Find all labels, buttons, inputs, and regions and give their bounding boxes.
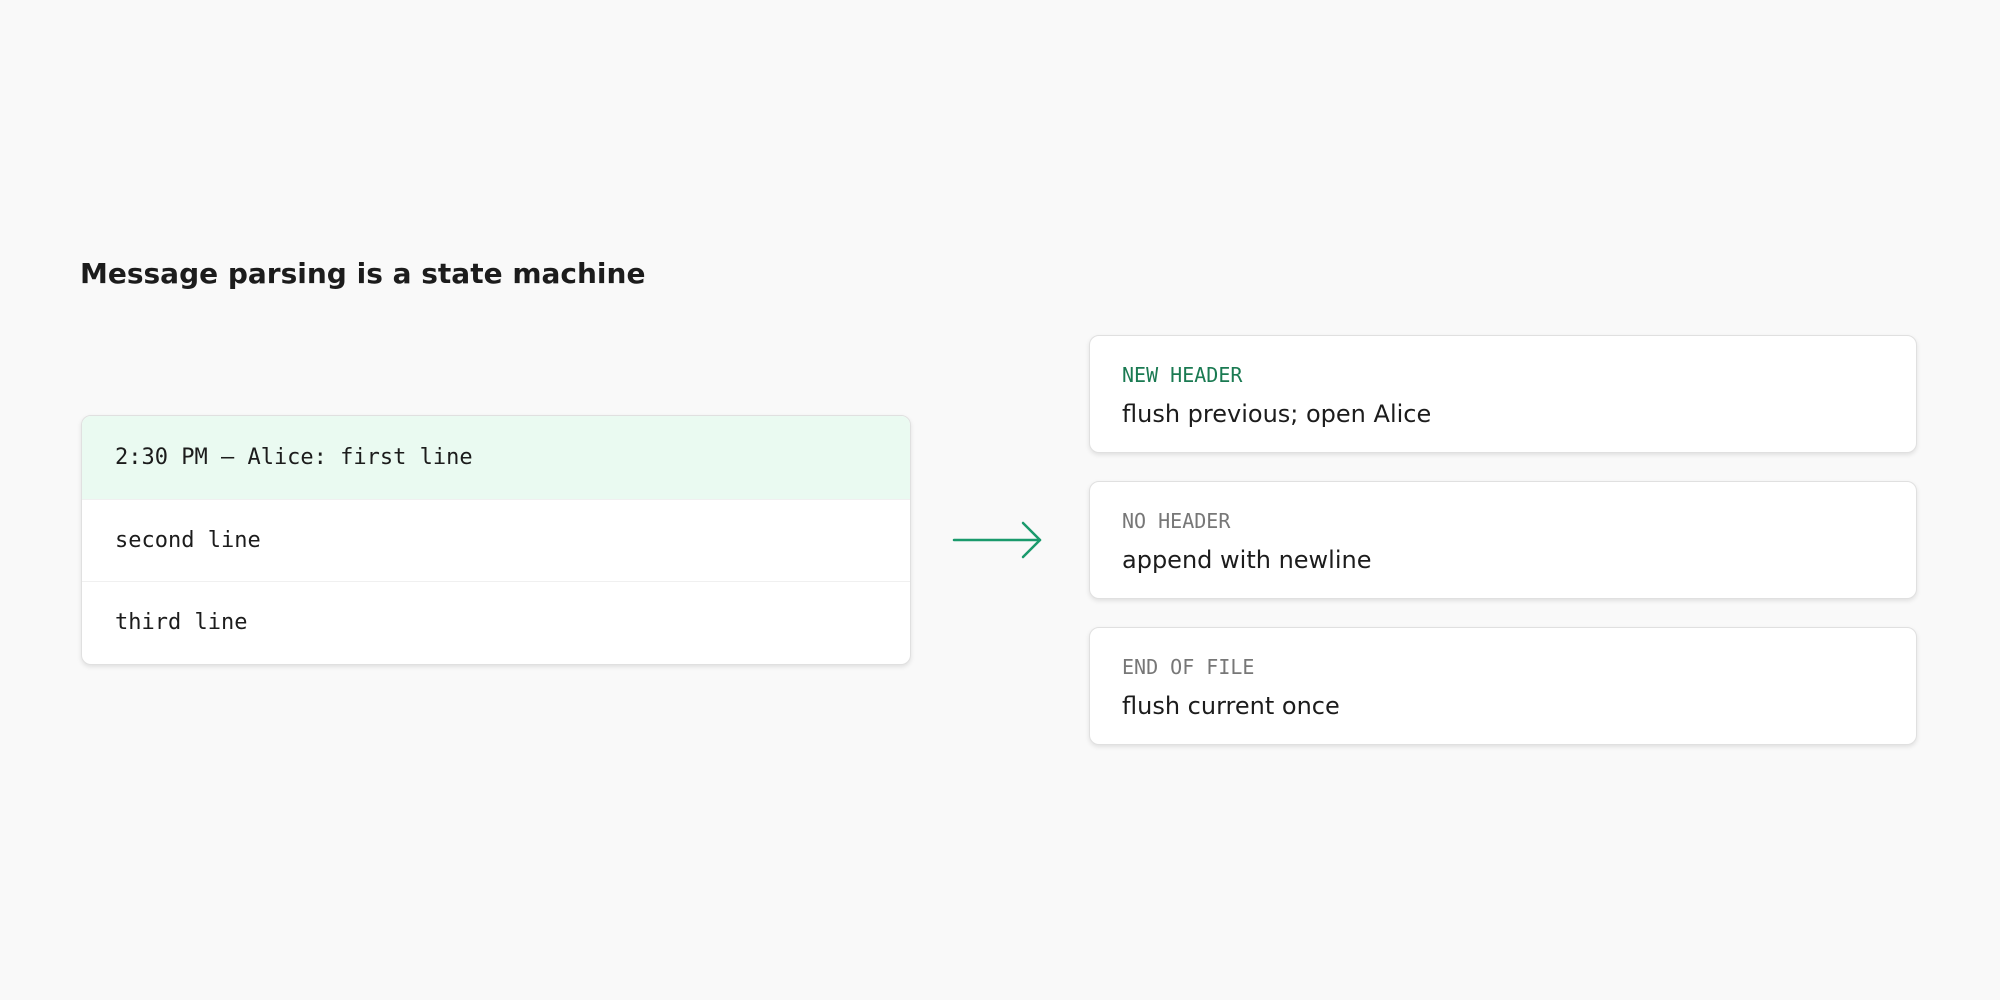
arrow-right-icon [952, 521, 1042, 559]
event-label: NO HEADER [1122, 509, 1231, 533]
input-line-continuation: second line [82, 499, 910, 581]
event-card-no-header: NO HEADER append with newline [1089, 481, 1917, 599]
event-label: NEW HEADER [1122, 363, 1243, 387]
event-label: END OF FILE [1122, 655, 1255, 679]
event-description: flush current once [1122, 692, 1340, 720]
event-description: append with newline [1122, 546, 1372, 574]
input-line-header: 2:30 PM — Alice: first line [82, 416, 910, 499]
event-card-end-of-file: END OF FILE flush current once [1089, 627, 1917, 745]
event-card-new-header: NEW HEADER flush previous; open Alice [1089, 335, 1917, 453]
input-lines-card: 2:30 PM — Alice: first line second line … [81, 415, 911, 665]
diagram-title: Message parsing is a state machine [80, 257, 646, 290]
input-line-continuation: third line [82, 581, 910, 663]
event-description: flush previous; open Alice [1122, 400, 1432, 428]
